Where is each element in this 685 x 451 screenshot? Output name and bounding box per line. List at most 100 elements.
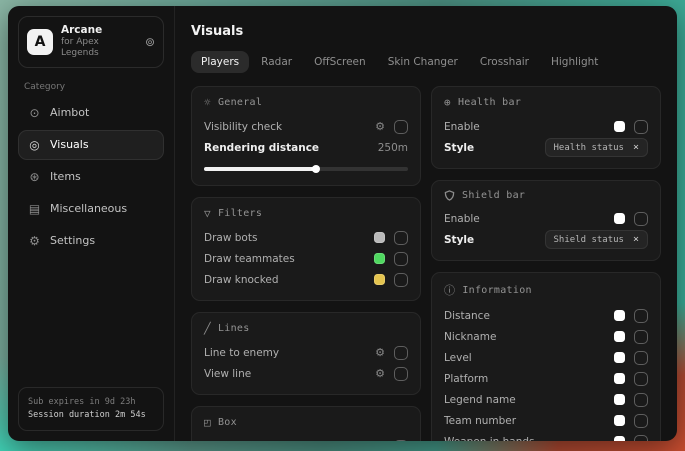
rendering-distance-slider[interactable] xyxy=(204,167,408,171)
close-icon[interactable]: × xyxy=(633,142,639,153)
legend-name-checkbox[interactable] xyxy=(634,393,648,407)
weapon-in-hands-checkbox[interactable] xyxy=(634,435,648,442)
color-swatch[interactable] xyxy=(614,213,625,224)
slider-thumb[interactable] xyxy=(311,163,322,174)
sidebar-item-items[interactable]: ⊛ Items xyxy=(18,162,164,192)
sub-expires-text: Sub expires in 9d 23h xyxy=(28,396,154,409)
app-logo: A xyxy=(27,29,53,55)
info-icon: ⓘ xyxy=(444,282,455,298)
color-swatch[interactable] xyxy=(614,394,625,405)
row-health-enable: Enable xyxy=(444,116,648,137)
tab-crosshair[interactable]: Crosshair xyxy=(470,51,539,73)
card-title: Information xyxy=(462,285,532,296)
level-checkbox[interactable] xyxy=(634,351,648,365)
color-swatch[interactable] xyxy=(614,352,625,363)
sidebar-item-label: Visuals xyxy=(50,138,89,151)
card-title: Box xyxy=(218,417,237,428)
row-shield-enable: Enable xyxy=(444,208,648,229)
sidebar-item-label: Settings xyxy=(50,234,95,247)
session-duration-text: Session duration 2m 54s xyxy=(28,409,154,422)
nickname-checkbox[interactable] xyxy=(634,330,648,344)
health-style-select[interactable]: Health status × xyxy=(545,138,648,157)
funnel-icon: ▽ xyxy=(204,207,211,220)
box-icon: ◰ xyxy=(204,416,211,429)
color-swatch[interactable] xyxy=(614,310,625,321)
row-health-style: Style Health status × xyxy=(444,137,648,158)
card-title: General xyxy=(218,97,262,108)
card-general: ☼ General Visibility check ⚙ Rendering d… xyxy=(191,86,421,186)
row-team-number: Team number xyxy=(444,410,648,431)
box-enable-checkbox[interactable] xyxy=(394,440,408,442)
app-name: Arcane xyxy=(61,24,137,37)
sidebar-item-miscellaneous[interactable]: ▤ Miscellaneous xyxy=(18,194,164,224)
row-draw-bots: Draw bots xyxy=(204,227,408,248)
tab-radar[interactable]: Radar xyxy=(251,51,302,73)
visibility-check-checkbox[interactable] xyxy=(394,120,408,134)
card-filters: ▽ Filters Draw bots Draw teammates xyxy=(191,197,421,301)
left-column: ☼ General Visibility check ⚙ Rendering d… xyxy=(191,86,421,441)
draw-teammates-checkbox[interactable] xyxy=(394,252,408,266)
view-line-checkbox[interactable] xyxy=(394,367,408,381)
main-content: Visuals Players Radar OffScreen Skin Cha… xyxy=(174,6,677,441)
sidebar-item-label: Miscellaneous xyxy=(50,202,127,215)
card-title: Lines xyxy=(218,323,250,334)
gear-icon[interactable]: ⚙ xyxy=(375,120,385,133)
health-enable-checkbox[interactable] xyxy=(634,120,648,134)
color-swatch[interactable] xyxy=(614,121,625,132)
subscription-info: Sub expires in 9d 23h Session duration 2… xyxy=(18,387,164,431)
tab-players[interactable]: Players xyxy=(191,51,249,73)
row-platform: Platform xyxy=(444,368,648,389)
color-swatch[interactable] xyxy=(374,274,385,285)
page-title: Visuals xyxy=(191,24,661,39)
tab-skin-changer[interactable]: Skin Changer xyxy=(378,51,468,73)
row-view-line: View line ⚙ xyxy=(204,363,408,384)
row-shield-style: Style Shield status × xyxy=(444,229,648,250)
tab-highlight[interactable]: Highlight xyxy=(541,51,608,73)
gear-icon[interactable]: ⚙ xyxy=(375,346,385,359)
color-swatch[interactable] xyxy=(374,232,385,243)
row-draw-teammates: Draw teammates xyxy=(204,248,408,269)
brand-card: A Arcane for Apex Legends ⊚ xyxy=(18,16,164,68)
line-icon: ╱ xyxy=(204,322,211,335)
sun-icon: ☼ xyxy=(204,96,211,109)
draw-bots-checkbox[interactable] xyxy=(394,231,408,245)
sidebar-item-aimbot[interactable]: ⊙ Aimbot xyxy=(18,98,164,128)
grid-icon: ▤ xyxy=(28,202,41,216)
color-swatch[interactable] xyxy=(614,436,625,441)
distance-checkbox[interactable] xyxy=(634,309,648,323)
health-icon: ⊕ xyxy=(444,96,451,109)
row-distance: Distance xyxy=(444,305,648,326)
right-column: ⊕ Health bar Enable Style Health stat xyxy=(431,86,661,441)
row-nickname: Nickname xyxy=(444,326,648,347)
row-draw-knocked: Draw knocked xyxy=(204,269,408,290)
color-swatch[interactable] xyxy=(614,373,625,384)
close-icon[interactable]: × xyxy=(633,234,639,245)
color-swatch[interactable] xyxy=(614,415,625,426)
sidebar-item-settings[interactable]: ⚙ Settings xyxy=(18,226,164,256)
shield-style-select[interactable]: Shield status × xyxy=(545,230,648,249)
platform-checkbox[interactable] xyxy=(634,372,648,386)
rendering-distance-value: 250m xyxy=(378,142,408,154)
shield-icon xyxy=(444,190,455,201)
color-swatch[interactable] xyxy=(374,253,385,264)
category-label: Category xyxy=(24,82,158,92)
gear-icon[interactable]: ⚙ xyxy=(375,367,385,380)
draw-knocked-checkbox[interactable] xyxy=(394,273,408,287)
color-swatch[interactable] xyxy=(614,331,625,342)
card-box: ◰ Box Enable Enable background xyxy=(191,406,421,441)
sidebar: A Arcane for Apex Legends ⊚ Category ⊙ A… xyxy=(8,6,174,441)
sidebar-item-label: Items xyxy=(50,170,81,183)
team-number-checkbox[interactable] xyxy=(634,414,648,428)
card-lines: ╱ Lines Line to enemy ⚙ View line ⚙ xyxy=(191,312,421,395)
sidebar-nav: ⊙ Aimbot ◎ Visuals ⊛ Items ▤ Miscellaneo… xyxy=(18,98,164,256)
shield-enable-checkbox[interactable] xyxy=(634,212,648,226)
line-to-enemy-checkbox[interactable] xyxy=(394,346,408,360)
loot-icon: ⊛ xyxy=(28,170,41,184)
tab-offscreen[interactable]: OffScreen xyxy=(304,51,376,73)
sidebar-item-visuals[interactable]: ◎ Visuals xyxy=(18,130,164,160)
target-icon[interactable]: ⊚ xyxy=(145,35,155,49)
sidebar-item-label: Aimbot xyxy=(50,106,89,119)
row-line-to-enemy: Line to enemy ⚙ xyxy=(204,342,408,363)
row-weapon-in-hands: Weapon in hands xyxy=(444,431,648,441)
card-health-bar: ⊕ Health bar Enable Style Health stat xyxy=(431,86,661,169)
